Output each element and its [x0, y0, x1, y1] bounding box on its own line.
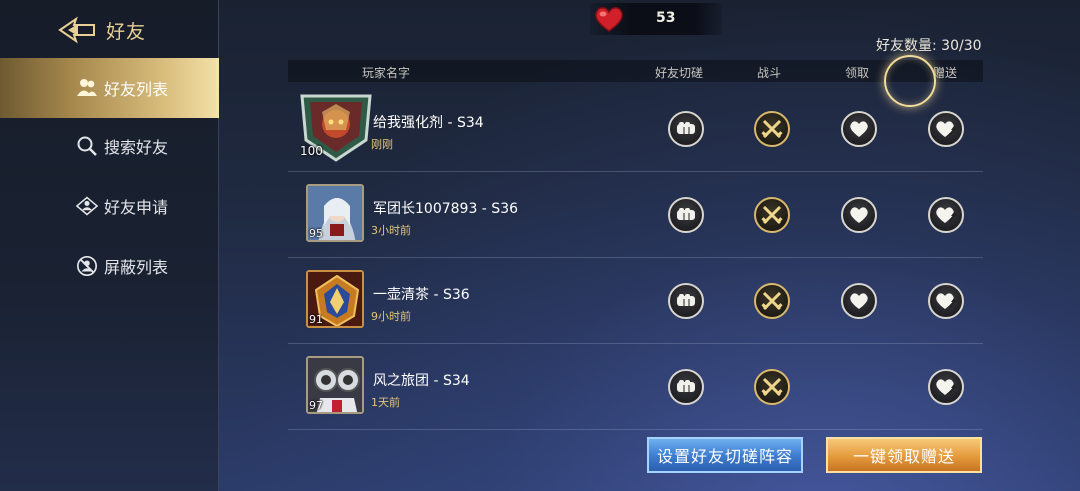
column-header-receive: 领取: [845, 66, 870, 80]
sidebar-item-friend-list[interactable]: 好友列表: [0, 58, 219, 118]
column-header-name: 玩家名字: [362, 66, 411, 80]
back-arrow-icon: [58, 16, 95, 44]
crossed-swords-icon: [761, 119, 783, 139]
sidebar-item-label: 搜索好友: [104, 138, 169, 157]
player-level: 91: [309, 313, 323, 326]
avatar[interactable]: 100: [296, 90, 376, 162]
heart-currency: 53: [590, 3, 722, 35]
friend-count: 好友数量: 30/30: [876, 38, 982, 54]
spar-button[interactable]: [668, 111, 704, 147]
back-button[interactable]: 好友: [58, 14, 146, 46]
fist-icon: [677, 380, 695, 392]
crossed-swords-icon: [761, 205, 783, 225]
player-name: 风之旅团 - S34: [373, 373, 470, 389]
receive-heart-button[interactable]: [841, 197, 877, 233]
table-row: 91 一壶清茶 - S36 9小时前: [288, 258, 983, 344]
sidebar-item-label: 好友申请: [104, 198, 169, 217]
column-header-battle: 战斗: [757, 66, 782, 80]
fist-icon: [677, 294, 695, 306]
page-title: 好友: [106, 20, 147, 43]
sidebar-item-friend-request[interactable]: 好友申请: [0, 176, 219, 236]
heart-count: 53: [656, 10, 676, 26]
sidebar: 好友 好友列表 搜索好友 好友申请 屏蔽列表: [0, 0, 219, 491]
gift-heart-icon: [936, 293, 957, 309]
avatar[interactable]: 97: [306, 356, 364, 414]
crossed-swords-icon: [761, 377, 783, 397]
gift-heart-button[interactable]: [928, 283, 964, 319]
heart-icon: [850, 293, 868, 309]
battle-button[interactable]: [754, 369, 790, 405]
gift-heart-button[interactable]: [928, 369, 964, 405]
player-level: 97: [309, 399, 323, 412]
battle-button[interactable]: [754, 197, 790, 233]
receive-heart-button[interactable]: [841, 111, 877, 147]
battle-button[interactable]: [754, 283, 790, 319]
gift-heart-button[interactable]: [928, 111, 964, 147]
gift-heart-icon: [936, 207, 957, 223]
claim-all-button[interactable]: 一键领取赠送: [826, 437, 982, 473]
player-name: 一壶清茶 - S36: [373, 287, 470, 303]
spar-button[interactable]: [668, 369, 704, 405]
sidebar-item-block-list[interactable]: 屏蔽列表: [0, 236, 219, 296]
friend-request-icon: [76, 195, 98, 217]
block-icon: [76, 255, 98, 277]
table-header: 玩家名字 好友切磋 战斗 领取 赠送: [288, 60, 983, 82]
player-level: 95: [309, 227, 323, 240]
player-level: 100: [300, 144, 323, 158]
sidebar-item-search-friend[interactable]: 搜索好友: [0, 116, 219, 176]
player-name: 军团长1007893 - S36: [373, 201, 519, 217]
last-online: 3小时前: [371, 224, 411, 237]
spar-button[interactable]: [668, 197, 704, 233]
column-header-spar: 好友切磋: [655, 66, 704, 80]
gift-heart-button[interactable]: [928, 197, 964, 233]
fist-icon: [677, 208, 695, 220]
receive-heart-button[interactable]: [841, 283, 877, 319]
last-online: 9小时前: [371, 310, 411, 323]
player-name: 给我强化剂 - S34: [373, 115, 484, 131]
fist-icon: [677, 122, 695, 134]
gift-heart-icon: [936, 121, 957, 137]
column-header-gift: 赠送: [933, 66, 958, 80]
search-icon: [76, 135, 98, 157]
heart-icon: [595, 7, 623, 32]
heart-icon: [850, 207, 868, 223]
gift-heart-icon: [936, 379, 957, 395]
crossed-swords-icon: [761, 291, 783, 311]
set-spar-lineup-button[interactable]: 设置好友切磋阵容: [647, 437, 803, 473]
table-row: 97 风之旅团 - S34 1天前: [288, 344, 983, 430]
table-row: 100 给我强化剂 - S34 刚刚: [288, 86, 983, 172]
avatar[interactable]: 91: [306, 270, 364, 328]
friends-icon: [76, 77, 98, 99]
last-online: 1天前: [371, 396, 400, 409]
table-row: 95 军团长1007893 - S36 3小时前: [288, 172, 983, 258]
last-online: 刚刚: [371, 138, 393, 151]
heart-icon: [850, 121, 868, 137]
battle-button[interactable]: [754, 111, 790, 147]
avatar[interactable]: 95: [306, 184, 364, 242]
spar-button[interactable]: [668, 283, 704, 319]
sidebar-item-label: 好友列表: [104, 80, 169, 99]
sidebar-item-label: 屏蔽列表: [104, 258, 169, 277]
